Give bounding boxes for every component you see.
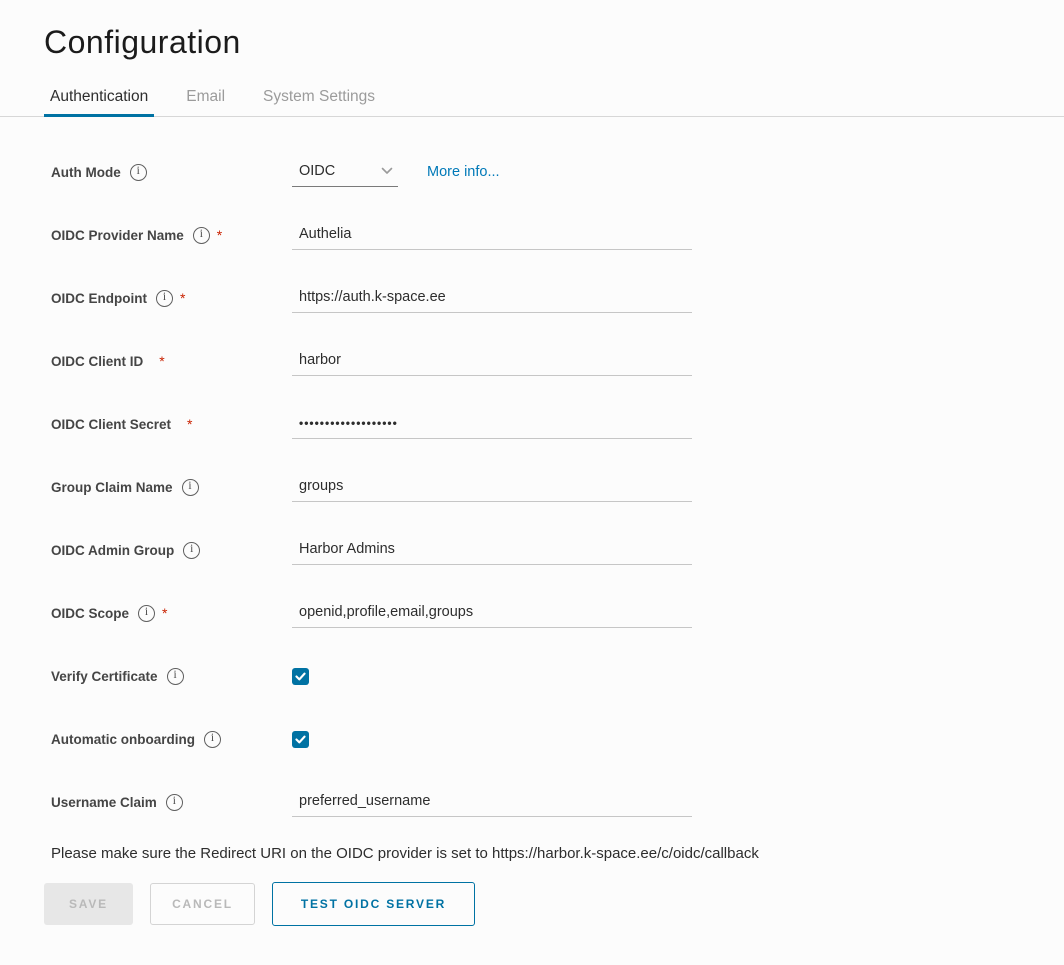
action-buttons: SAVE CANCEL TEST OIDC SERVER	[44, 882, 1064, 926]
oidc-provider-name-input[interactable]	[292, 220, 692, 250]
test-oidc-server-button[interactable]: TEST OIDC SERVER	[272, 882, 475, 926]
auth-mode-select[interactable]: OIDC	[292, 157, 398, 187]
check-icon	[295, 735, 306, 744]
oidc-client-id-label: OIDC Client ID	[51, 354, 143, 369]
oidc-endpoint-label: OIDC Endpoint	[51, 291, 147, 306]
oidc-provider-name-label: OIDC Provider Name	[51, 228, 184, 243]
field-row-auth-mode: Auth Mode i OIDC More info...	[44, 152, 1064, 192]
oidc-admin-group-label: OIDC Admin Group	[51, 543, 174, 558]
more-info-link[interactable]: More info...	[427, 164, 500, 180]
info-icon[interactable]: i	[166, 794, 183, 811]
configuration-page: Configuration Authentication Email Syste…	[0, 0, 1064, 965]
tab-system-settings[interactable]: System Settings	[257, 82, 381, 116]
required-asterisk: *	[187, 417, 192, 431]
group-claim-name-label: Group Claim Name	[51, 480, 173, 495]
username-claim-input[interactable]	[292, 787, 692, 817]
username-claim-label: Username Claim	[51, 795, 157, 810]
verify-certificate-label: Verify Certificate	[51, 669, 158, 684]
automatic-onboarding-checkbox[interactable]	[292, 731, 309, 748]
field-row-automatic-onboarding: Automatic onboarding i	[44, 719, 1064, 759]
info-icon[interactable]: i	[138, 605, 155, 622]
oidc-scope-input[interactable]	[292, 598, 692, 628]
info-icon[interactable]: i	[156, 290, 173, 307]
group-claim-name-input[interactable]	[292, 472, 692, 502]
tab-email[interactable]: Email	[180, 82, 231, 116]
field-row-oidc-endpoint: OIDC Endpoint i *	[44, 278, 1064, 318]
field-row-oidc-scope: OIDC Scope i *	[44, 593, 1064, 633]
oidc-client-secret-label: OIDC Client Secret	[51, 417, 171, 432]
auth-mode-label: Auth Mode	[51, 165, 121, 180]
field-row-oidc-admin-group: OIDC Admin Group i	[44, 530, 1064, 570]
check-icon	[295, 672, 306, 681]
field-row-oidc-client-id: OIDC Client ID *	[44, 341, 1064, 381]
required-asterisk: *	[217, 228, 222, 242]
verify-certificate-checkbox[interactable]	[292, 668, 309, 685]
info-icon[interactable]: i	[193, 227, 210, 244]
authentication-form: Auth Mode i OIDC More info... OIDC Provi…	[0, 117, 1064, 822]
page-title: Configuration	[44, 24, 1064, 61]
info-icon[interactable]: i	[167, 668, 184, 685]
oidc-admin-group-input[interactable]	[292, 535, 692, 565]
oidc-client-id-input[interactable]	[292, 346, 692, 376]
oidc-client-secret-input[interactable]	[292, 409, 692, 439]
save-button[interactable]: SAVE	[44, 883, 133, 925]
field-row-oidc-client-secret: OIDC Client Secret *	[44, 404, 1064, 444]
redirect-uri-note: Please make sure the Redirect URI on the…	[51, 845, 1064, 862]
tab-authentication[interactable]: Authentication	[44, 82, 154, 116]
field-row-verify-certificate: Verify Certificate i	[44, 656, 1064, 696]
automatic-onboarding-label: Automatic onboarding	[51, 732, 195, 747]
field-row-oidc-provider-name: OIDC Provider Name i *	[44, 215, 1064, 255]
required-asterisk: *	[162, 606, 167, 620]
info-icon[interactable]: i	[183, 542, 200, 559]
required-asterisk: *	[180, 291, 185, 305]
info-icon[interactable]: i	[130, 164, 147, 181]
info-icon[interactable]: i	[204, 731, 221, 748]
cancel-button[interactable]: CANCEL	[150, 883, 255, 925]
tab-bar: Authentication Email System Settings	[0, 82, 1064, 117]
field-row-group-claim-name: Group Claim Name i	[44, 467, 1064, 507]
chevron-down-icon	[381, 167, 393, 175]
field-row-username-claim: Username Claim i	[44, 782, 1064, 822]
oidc-endpoint-input[interactable]	[292, 283, 692, 313]
oidc-scope-label: OIDC Scope	[51, 606, 129, 621]
info-icon[interactable]: i	[182, 479, 199, 496]
auth-mode-selected-value: OIDC	[299, 163, 335, 179]
required-asterisk: *	[159, 354, 164, 368]
